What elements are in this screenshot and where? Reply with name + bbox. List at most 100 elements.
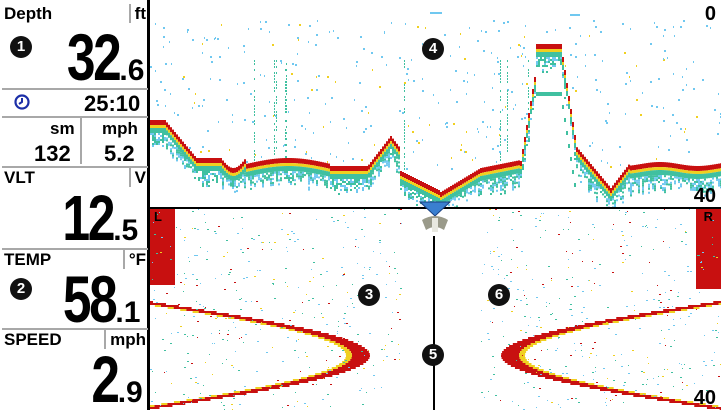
side-near-return xyxy=(150,227,175,229)
bottom-return xyxy=(192,159,194,162)
side-speckle xyxy=(272,283,274,284)
bottom-return xyxy=(540,52,542,57)
side-near-return xyxy=(696,263,721,265)
side-speckle xyxy=(281,385,283,386)
bottom-clutter xyxy=(170,148,172,150)
side-speckle xyxy=(549,369,551,370)
bottom-return xyxy=(360,171,362,174)
bottom-return xyxy=(466,181,468,184)
bottom-return xyxy=(422,190,424,195)
side-speckle xyxy=(308,300,310,301)
bottom-return xyxy=(204,158,206,163)
bottom-clutter xyxy=(386,160,388,162)
bottom-clutter xyxy=(574,148,576,150)
bottom-return xyxy=(698,171,700,174)
vertical-streak xyxy=(285,108,286,110)
bottom-return xyxy=(474,172,476,177)
side-speckle xyxy=(555,350,557,351)
bottom-clutter xyxy=(452,198,454,200)
side-speckle xyxy=(622,253,624,254)
bottom-clutter xyxy=(572,137,574,139)
bottom-clutter xyxy=(158,133,160,135)
bottom-clutter xyxy=(204,177,206,179)
side-speckle xyxy=(223,256,225,257)
bottom-return xyxy=(244,164,246,167)
bottom-return xyxy=(558,49,560,52)
side-speckle xyxy=(184,315,185,316)
bottom-clutter xyxy=(364,181,366,183)
side-bottom-band-left xyxy=(332,367,338,369)
bottom-return xyxy=(508,162,510,167)
water-column-noise xyxy=(636,65,637,67)
bottom-clutter xyxy=(652,187,654,189)
side-bottom-band-left xyxy=(155,305,161,307)
side-speckle xyxy=(282,213,283,214)
bottom-return xyxy=(158,120,160,125)
bottom-clutter xyxy=(496,190,498,192)
water-column-noise xyxy=(466,131,467,133)
bottom-return xyxy=(370,162,372,167)
bottom-return xyxy=(346,174,348,179)
bottom-clutter xyxy=(466,199,468,201)
water-column-noise xyxy=(596,89,598,91)
bottom-return xyxy=(482,173,484,176)
bottom-clutter xyxy=(504,176,506,178)
side-speckle xyxy=(572,277,573,278)
bottom-return xyxy=(308,160,310,165)
second-echo xyxy=(538,92,540,96)
side-speckle xyxy=(347,292,348,293)
bottom-clutter xyxy=(478,194,480,196)
side-speckle xyxy=(355,239,357,240)
bottom-clutter xyxy=(586,172,588,174)
bottom-return xyxy=(590,172,592,177)
bottom-return xyxy=(522,154,524,157)
side-speckle xyxy=(298,357,299,358)
side-speckle xyxy=(217,317,218,318)
water-column-noise xyxy=(459,46,460,48)
bottom-return xyxy=(696,166,698,171)
bottom-clutter xyxy=(464,193,466,195)
side-speckle xyxy=(673,319,674,320)
bottom-return xyxy=(684,170,686,173)
water-column-noise xyxy=(625,83,627,85)
bottom-clutter xyxy=(408,194,410,196)
down-sonar-view[interactable] xyxy=(150,0,721,208)
side-speckle xyxy=(516,360,517,361)
bottom-return xyxy=(716,172,718,177)
bottom-clutter xyxy=(244,180,246,182)
side-speckle xyxy=(218,226,220,227)
vertical-streak xyxy=(507,66,508,68)
water-column-noise xyxy=(164,89,166,91)
bottom-clutter xyxy=(558,59,560,61)
side-speckle xyxy=(493,251,495,252)
bottom-clutter xyxy=(560,61,562,63)
bottom-return xyxy=(342,174,344,179)
water-column-noise xyxy=(374,144,375,146)
bottom-clutter xyxy=(294,183,296,185)
bottom-clutter xyxy=(552,65,554,67)
side-imaging-view[interactable] xyxy=(150,209,721,410)
bottom-clutter xyxy=(618,195,620,197)
bottom-return xyxy=(340,166,342,171)
side-speckle xyxy=(582,328,583,329)
bottom-clutter xyxy=(670,188,672,190)
bottom-return xyxy=(192,162,194,167)
water-column-noise xyxy=(673,26,674,28)
bottom-return xyxy=(168,130,170,133)
bottom-return xyxy=(614,191,616,196)
bottom-clutter xyxy=(646,176,648,178)
bottom-clutter xyxy=(592,185,594,187)
bottom-clutter xyxy=(262,173,264,175)
bottom-clutter xyxy=(272,172,274,174)
side-speckle xyxy=(323,378,324,379)
side-speckle xyxy=(568,267,569,268)
bottom-return xyxy=(470,182,472,187)
bottom-clutter xyxy=(598,187,600,189)
bottom-clutter xyxy=(170,152,172,154)
bottom-return xyxy=(686,173,688,178)
side-speckle xyxy=(603,368,605,369)
side-speckle xyxy=(495,209,497,210)
side-speckle xyxy=(694,383,695,384)
bottom-return xyxy=(528,121,530,126)
bottom-clutter xyxy=(656,177,658,179)
